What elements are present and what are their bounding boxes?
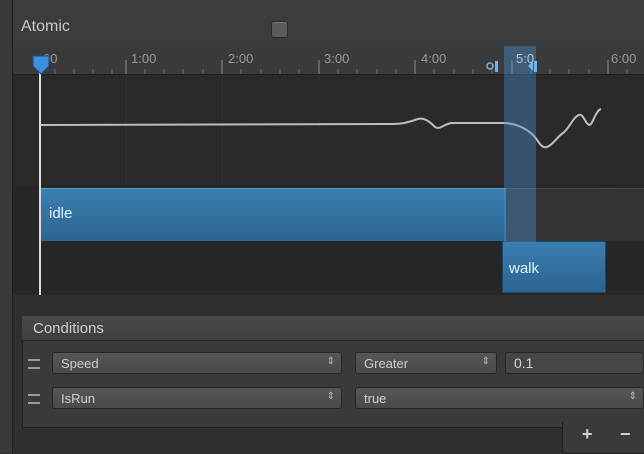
transition-start-icon (486, 62, 494, 70)
dropdown-arrows-icon: ⇕ (326, 391, 335, 402)
ruler-label-4: 4:00 (421, 51, 447, 66)
playhead-icon[interactable] (31, 54, 51, 76)
mode-value: Greater (364, 356, 409, 371)
conditions-title: Conditions (33, 320, 104, 337)
left-frame-border (0, 0, 13, 453)
destination-state-label: walk (509, 260, 540, 277)
dropdown-arrows-icon: ⇕ (628, 391, 637, 402)
mode-value: true (364, 391, 387, 406)
ruler-label-6: 6:00 (611, 51, 637, 66)
remove-condition-button[interactable]: − (620, 424, 631, 445)
parameter-dropdown-speed[interactable]: Speed ⇕ (52, 352, 342, 374)
mode-dropdown-greater[interactable]: Greater ⇕ (355, 352, 497, 374)
dropdown-arrows-icon: ⇕ (481, 356, 490, 367)
source-state-label: idle (49, 205, 73, 222)
dropdown-arrows-icon: ⇕ (326, 356, 335, 367)
curve-preview (13, 75, 644, 185)
parameter-value: IsRun (61, 391, 95, 406)
parameter-value: Speed (61, 356, 99, 371)
transition-end-icon (528, 61, 533, 71)
atomic-label: Atomic (21, 18, 70, 35)
playhead-line[interactable] (39, 70, 41, 295)
conditions-header (22, 316, 644, 341)
ruler-label-1: 1:00 (131, 51, 157, 66)
header-bar (13, 0, 644, 46)
threshold-value: 0.1 (514, 355, 534, 371)
curve-graph (40, 75, 609, 185)
ruler-label-2: 2:00 (228, 51, 254, 66)
drag-handle-icon[interactable] (28, 394, 40, 404)
source-state-bar[interactable] (41, 188, 506, 241)
ruler-label-3: 3:00 (324, 51, 350, 66)
transition-overlap-region[interactable] (504, 46, 536, 242)
parameter-dropdown-isrun[interactable]: IsRun ⇕ (52, 387, 342, 409)
atomic-checkbox[interactable] (271, 21, 288, 38)
transition-markers[interactable] (484, 59, 544, 73)
threshold-input[interactable]: 0.1 (505, 352, 644, 374)
drag-handle-icon[interactable] (28, 359, 40, 369)
mode-dropdown-true[interactable]: true ⇕ (355, 387, 644, 409)
add-condition-button[interactable]: + (582, 424, 593, 445)
conditions-footer (562, 422, 644, 454)
